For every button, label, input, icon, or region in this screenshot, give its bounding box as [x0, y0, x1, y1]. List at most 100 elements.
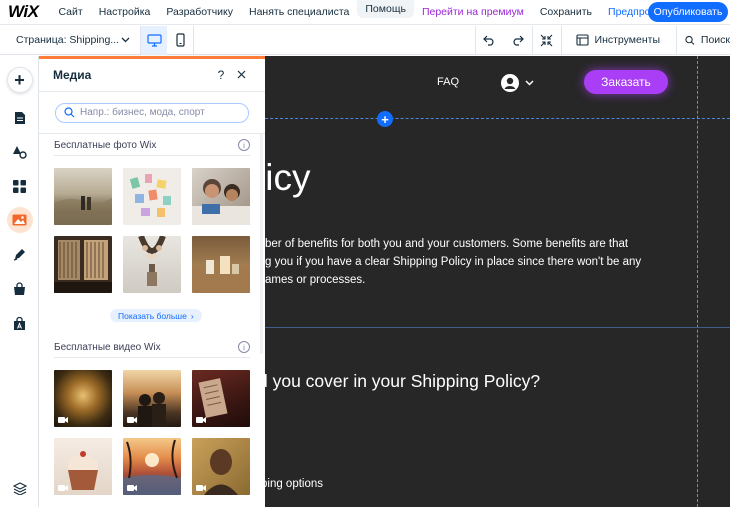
video-camera-icon [58, 417, 68, 423]
media-search-input[interactable] [80, 107, 240, 118]
menu-save[interactable]: Сохранить [532, 0, 600, 24]
video-thumbnail[interactable] [192, 370, 250, 427]
tools-icon [575, 34, 589, 46]
design-icon [13, 146, 27, 159]
publish-button[interactable]: Опубликовать [648, 2, 728, 22]
tools-label: Инструменты [594, 34, 660, 46]
layers-icon [12, 481, 27, 495]
bag-a-icon [14, 317, 25, 330]
show-more-label: Показать больше [118, 310, 187, 321]
mobile-view-button[interactable] [167, 26, 193, 55]
video-camera-icon [196, 485, 206, 491]
search-icon [64, 107, 75, 118]
videos-section-title: Бесплатные видео Wix [54, 341, 161, 353]
video-thumbnail[interactable] [123, 438, 181, 495]
undo-button[interactable] [476, 26, 504, 55]
panel-header: Медиа ? [39, 59, 265, 92]
media-search-box[interactable] [55, 102, 249, 123]
menu-site[interactable]: Сайт [50, 0, 90, 24]
photo-thumbnail[interactable] [123, 236, 181, 293]
order-button[interactable]: Заказать [584, 70, 668, 94]
apps-icon [13, 179, 26, 193]
body-line: ber of benefits for both you and your cu… [265, 238, 629, 250]
photo-thumbnail[interactable] [192, 236, 250, 293]
body-line[interactable]: ping options [265, 478, 323, 490]
nav-faq-link[interactable]: FAQ [437, 76, 459, 88]
tools-button[interactable]: Инструменты [562, 34, 676, 46]
help-icon[interactable]: ? [211, 68, 231, 82]
wix-logo[interactable]: WiX [8, 2, 39, 22]
chevron-right-icon: › [190, 310, 194, 321]
desktop-view-button[interactable] [141, 25, 167, 55]
page-selector[interactable]: Страница: Shipping... [0, 34, 140, 46]
menu-dev-mode[interactable]: Разработчику [158, 0, 241, 24]
bag-icon [14, 282, 25, 295]
redo-button[interactable] [504, 26, 532, 55]
gridline-guide [697, 56, 698, 507]
search-icon [685, 35, 695, 45]
editor-toolbar: Страница: Shipping... Инструменты Поиск [0, 25, 730, 55]
mobile-icon [175, 33, 185, 47]
bookings-button[interactable] [0, 309, 39, 339]
video-camera-icon [58, 485, 68, 491]
close-icon[interactable] [231, 68, 251, 82]
section-subheading[interactable]: d you cover in your Shipping Policy? [265, 371, 540, 392]
site-search-button[interactable]: Поиск [677, 34, 730, 46]
add-elements-button[interactable]: + [0, 65, 39, 95]
video-thumbnail[interactable] [123, 370, 181, 427]
redo-icon [513, 35, 524, 46]
blog-button[interactable] [0, 239, 39, 269]
show-more-button[interactable]: Показать больше › [110, 309, 202, 322]
menu-settings[interactable]: Настройка [91, 0, 159, 24]
body-paragraph[interactable]: ber of benefits for both you and your cu… [265, 235, 685, 289]
body-line: ames or processes. [265, 274, 366, 286]
pen-icon [13, 249, 25, 261]
video-thumbnail[interactable] [192, 438, 250, 495]
menu-help[interactable]: Помощь [357, 0, 414, 18]
info-icon[interactable]: i [238, 139, 250, 151]
add-section-icon[interactable]: + [377, 111, 393, 127]
page-selector-label: Страница: Shipping... [16, 34, 120, 46]
media-search [39, 92, 265, 134]
photos-section-header: Бесплатные фото Wix i [54, 139, 250, 156]
media-button[interactable] [0, 205, 39, 235]
zoom-out-button[interactable] [533, 26, 561, 55]
video-camera-icon [196, 417, 206, 423]
photo-thumbnail[interactable] [123, 168, 181, 225]
site-canvas[interactable]: FAQ Заказать + licy ber of benefits for … [265, 56, 730, 507]
video-thumbnail[interactable] [54, 438, 112, 495]
section-divider-guide [265, 118, 730, 119]
section-boundary [265, 327, 730, 328]
pages-icon [14, 112, 25, 124]
video-camera-icon [127, 485, 137, 491]
top-bar: WiX Сайт Настройка Разработчику Нанять с… [0, 0, 730, 25]
photo-thumbnail[interactable] [54, 168, 112, 225]
left-rail: + [0, 56, 39, 507]
page-heading[interactable]: licy [265, 157, 310, 199]
info-icon[interactable]: i [238, 341, 250, 353]
videos-section-header: Бесплатные видео Wix i [54, 341, 250, 358]
store-button[interactable] [0, 274, 39, 304]
apps-button[interactable] [0, 171, 39, 201]
panel-scrollbar[interactable] [260, 134, 263, 354]
menu-hire-pro[interactable]: Нанять специалиста [241, 0, 357, 24]
photos-section-title: Бесплатные фото Wix [54, 139, 157, 151]
collapse-icon [540, 34, 553, 46]
divider [193, 25, 194, 55]
search-label: Поиск [700, 34, 730, 46]
account-menu[interactable] [501, 74, 534, 92]
menu-upgrade[interactable]: Перейти на премиум [414, 0, 532, 24]
undo-icon [483, 35, 494, 46]
photo-thumbnail[interactable] [54, 236, 112, 293]
design-button[interactable] [0, 137, 39, 167]
video-thumbnail[interactable] [54, 370, 112, 427]
pages-button[interactable] [0, 103, 39, 133]
video-camera-icon [127, 417, 137, 423]
user-avatar-icon [501, 74, 519, 92]
photo-thumbnail[interactable] [192, 168, 250, 225]
top-menu: Сайт Настройка Разработчику Нанять специ… [50, 0, 687, 24]
media-panel: Медиа ? Бесплатные фото Wix i Показать б… [39, 56, 265, 507]
body-line: g you if you have a clear Shipping Polic… [265, 256, 642, 268]
layers-button[interactable] [0, 473, 39, 503]
desktop-icon [146, 33, 162, 47]
